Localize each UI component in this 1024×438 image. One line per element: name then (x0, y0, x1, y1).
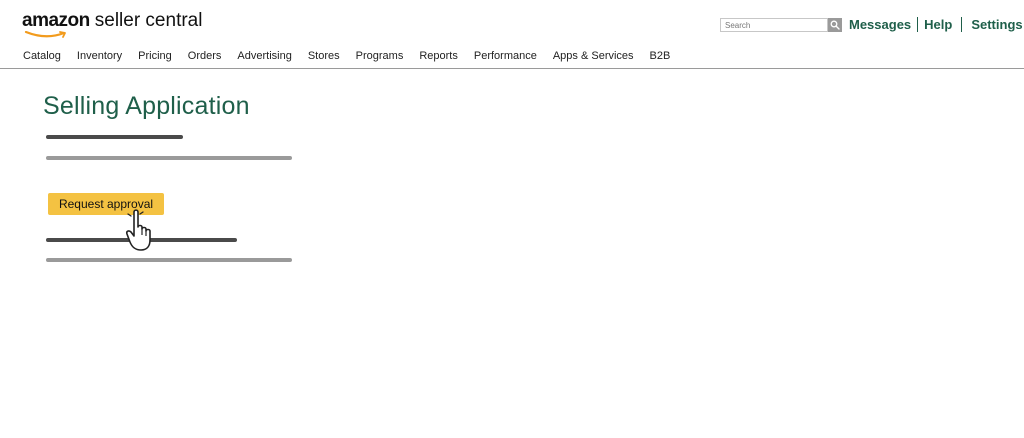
nav-item-catalog[interactable]: Catalog (23, 50, 61, 62)
help-link[interactable]: Help (924, 17, 952, 32)
search-icon (830, 20, 840, 30)
logo-seller-central-text: seller central (94, 10, 203, 31)
nav-item-b2b[interactable]: B2B (650, 50, 671, 62)
nav-item-orders[interactable]: Orders (188, 50, 222, 62)
search-input[interactable] (720, 18, 828, 32)
search-box (720, 18, 842, 32)
nav-items: Catalog Inventory Pricing Orders Adverti… (23, 50, 686, 62)
header-links: Messages Help Settings (849, 17, 1023, 32)
placeholder-line (46, 258, 292, 262)
placeholder-line (46, 156, 292, 160)
nav-item-stores[interactable]: Stores (308, 50, 340, 62)
nav-item-advertising[interactable]: Advertising (237, 50, 291, 62)
search-button[interactable] (828, 18, 842, 32)
divider (917, 17, 919, 32)
page-title: Selling Application (43, 92, 250, 120)
hand-pointer-icon (126, 209, 151, 251)
nav-item-pricing[interactable]: Pricing (138, 50, 172, 62)
nav-item-apps-services[interactable]: Apps & Services (553, 50, 634, 62)
header: amazon seller central Messages Help Sett… (0, 0, 1024, 44)
amazon-seller-central-logo[interactable]: amazon seller central (22, 10, 202, 40)
page: amazon seller central Messages Help Sett… (0, 0, 1024, 438)
divider (961, 17, 963, 32)
amazon-smile-icon (24, 31, 66, 38)
main-nav: Catalog Inventory Pricing Orders Adverti… (0, 45, 1024, 69)
nav-item-programs[interactable]: Programs (356, 50, 404, 62)
nav-item-inventory[interactable]: Inventory (77, 50, 122, 62)
nav-item-reports[interactable]: Reports (419, 50, 458, 62)
settings-link[interactable]: Settings (971, 17, 1022, 32)
nav-item-performance[interactable]: Performance (474, 50, 537, 62)
logo-amazon-text: amazon (22, 10, 90, 31)
messages-link[interactable]: Messages (849, 17, 911, 32)
placeholder-line (46, 135, 183, 139)
